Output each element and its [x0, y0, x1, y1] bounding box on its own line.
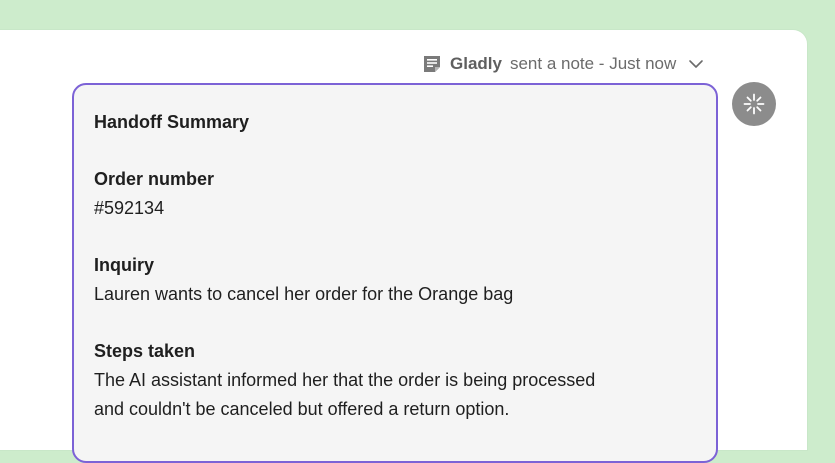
note-meta-text: sent a note - Just now [509, 54, 677, 73]
steps-taken-line-1: The AI assistant informed her that the o… [94, 370, 596, 390]
order-number-value: #592134 [94, 198, 165, 218]
note-header[interactable]: Gladly sent a note - Just now [422, 52, 704, 76]
sparkle-icon [743, 93, 765, 115]
order-number-label: Order number [94, 169, 215, 189]
inquiry-value: Lauren wants to cancel her order for the… [94, 284, 514, 304]
inquiry-label: Inquiry [94, 255, 155, 275]
summary-title: Handoff Summary [94, 112, 250, 132]
ai-assistant-avatar[interactable] [732, 82, 776, 126]
steps-taken-label: Steps taken [94, 341, 196, 361]
handoff-summary-card: Handoff Summary Order number #592134 Inq… [72, 83, 718, 463]
steps-taken-line-2: and couldn't be canceled but offered a r… [94, 399, 510, 419]
note-sender: Gladly [450, 54, 502, 73]
chevron-down-icon[interactable] [688, 56, 704, 72]
note-icon [424, 56, 440, 72]
